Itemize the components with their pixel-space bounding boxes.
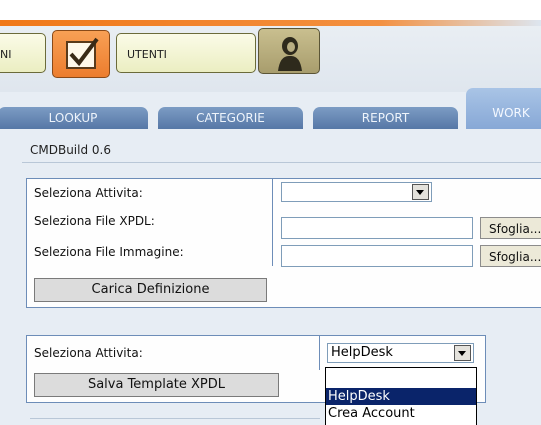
template-activity-selected-value: HelpDesk (331, 345, 393, 360)
tab-lookup[interactable]: LOOKUP (0, 107, 148, 129)
module-label-previous: NI (0, 48, 12, 61)
activity-select[interactable] (281, 182, 432, 202)
image-file-input[interactable] (281, 245, 473, 267)
image-file-label: Seleziona File Immagine: (34, 245, 184, 259)
tab-report[interactable]: REPORT (313, 107, 458, 129)
app-version: CMDBuild 0.6 (30, 143, 111, 157)
divider (22, 162, 541, 163)
checkmark-icon (66, 37, 99, 69)
module-label-users: UTENTI (127, 48, 167, 61)
xpdl-file-label: Seleziona File XPDL: (34, 214, 155, 228)
dropdown-option[interactable] (326, 368, 476, 386)
module-button-activities[interactable] (52, 30, 110, 78)
save-template-button[interactable]: Salva Template XPDL (34, 373, 279, 397)
xpdl-file-input[interactable] (281, 217, 473, 239)
browse-xpdl-button[interactable]: Sfoglia... (480, 217, 541, 239)
load-definition-button[interactable]: Carica Definizione (34, 278, 267, 302)
template-activity-label: Seleziona Attivita: (34, 346, 143, 360)
divider (30, 418, 320, 419)
top-margin (0, 0, 541, 20)
module-button-user-profile[interactable] (258, 28, 320, 74)
definition-panel-divider (272, 178, 273, 266)
template-panel-divider (319, 335, 320, 370)
dropdown-option-highlighted[interactable]: HelpDesk (326, 388, 476, 405)
tab-workflow[interactable]: WORK (466, 88, 541, 129)
chevron-down-icon (458, 351, 466, 356)
chevron-down-icon (416, 190, 424, 195)
activity-label: Seleziona Attivita: (34, 186, 143, 200)
browse-image-button[interactable]: Sfoglia... (480, 245, 541, 267)
dropdown-option[interactable]: Crea Account (326, 405, 476, 423)
tab-categorie[interactable]: CATEGORIE (158, 107, 303, 129)
user-bust-icon (278, 37, 302, 71)
